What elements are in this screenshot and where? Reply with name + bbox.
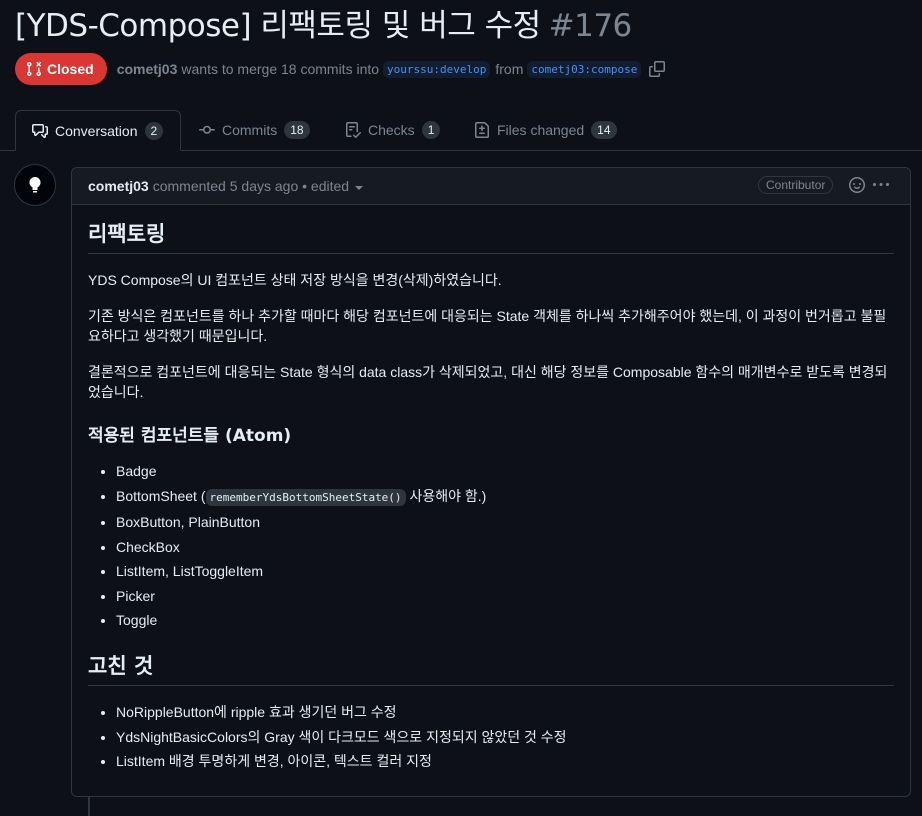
comment-box: cometj03 commented 5 days ago • edited C… [71,167,911,797]
tab-label: Files changed [497,122,585,138]
checklist-icon [346,122,361,138]
paragraph: 결론적으로 컴포넌트에 대응되는 State 형식의 data class가 삭… [88,364,888,400]
fixes-list: NoRippleButton에 ripple 효과 생기던 버그 수정 YdsN… [88,702,894,771]
comment-action: commented 5 days ago • edited [152,178,350,194]
kebab-horizontal-icon[interactable] [873,177,889,196]
list-item: CheckBox [116,537,894,557]
list-item: BoxButton, PlainButton [116,512,894,532]
pr-meta-row: Closed cometj03 wants to merge 18 commit… [15,53,666,85]
comment-discussion-icon [32,123,48,138]
list-item: Toggle [116,610,894,630]
chevron-down-icon[interactable] [355,178,364,194]
tab-label: Checks [368,122,415,138]
file-diff-icon [475,122,489,138]
comment-body: 리팩토링 YDS Compose의 UI 컴포넌트 상태 저장 방식을 변경(삭… [72,221,910,771]
paragraph: YDS Compose의 UI 컴포넌트 상태 저장 방식을 변경(삭제)하였습… [88,272,502,288]
timeline-line [88,796,90,816]
tab-count: 18 [284,121,310,139]
pr-tabs: Conversation 2 Commits 18 Checks 1 Files… [0,110,922,151]
inline-code: rememberYdsBottomSheetState() [205,488,406,506]
list-item: ListItem, ListToggleItem [116,561,894,581]
tab-count: 1 [421,121,441,139]
applied-components-list: Badge BottomSheet (rememberYdsBottomShee… [88,461,894,630]
merge-text: wants to merge 18 commits into [181,61,380,77]
heading-refactoring: 리팩토링 [88,221,894,254]
git-pull-request-closed-icon [26,61,42,77]
list-item: Badge [116,461,894,481]
pr-title-row: [YDS-Compose] 리팩토링 및 버그 수정 #176 [15,6,632,46]
comment-author-link[interactable]: cometj03 [88,178,149,194]
tab-checks[interactable]: Checks 1 [345,110,441,150]
list-item: ListItem 배경 투명하게 변경, 아이콘, 텍스트 컬러 지정 [116,751,894,771]
pr-number: #176 [548,8,633,44]
list-item: Picker [116,586,894,606]
avatar[interactable] [14,164,56,206]
list-item-text: 사용해야 함.) [405,487,487,504]
tab-conversation[interactable]: Conversation 2 [15,110,181,151]
tab-count: 2 [144,121,164,140]
role-badge: Contributor [758,176,834,194]
comment-header: cometj03 commented 5 days ago • edited C… [72,168,910,205]
list-item: BottomSheet (rememberYdsBottomSheetState… [116,486,894,508]
paragraph: 기존 방식은 컴포넌트를 하나 추가할 때마다 해당 컴포넌트에 대응되는 St… [88,308,887,344]
list-item: NoRippleButton에 ripple 효과 생기던 버그 수정 [116,702,894,722]
heading-applied-components: 적용된 컴포넌트들 (Atom) [88,426,292,446]
tab-count: 14 [591,121,617,139]
tab-label: Conversation [55,122,138,139]
heading-fixes: 고친 것 [88,653,894,686]
tab-label: Commits [222,122,278,138]
base-branch-link[interactable]: yourssu:develop [383,60,491,78]
copy-icon[interactable] [649,61,666,77]
lightbulb-icon [29,177,41,193]
state-badge: Closed [15,53,107,85]
list-item: YdsNightBasicColors의 Gray 색이 다크모드 색으로 지정… [116,727,894,747]
tab-commits[interactable]: Commits 18 [199,110,310,150]
tab-files-changed[interactable]: Files changed 14 [474,110,617,150]
head-branch-link[interactable]: cometj03:compose [527,60,642,78]
state-label: Closed [47,61,94,77]
pr-title: [YDS-Compose] 리팩토링 및 버그 수정 [15,8,541,44]
from-text: from [495,61,524,77]
smiley-icon[interactable] [849,177,865,196]
git-commit-icon [199,125,215,134]
list-item-text: BottomSheet ( [116,487,206,504]
pr-author-link[interactable]: cometj03 [117,61,178,77]
